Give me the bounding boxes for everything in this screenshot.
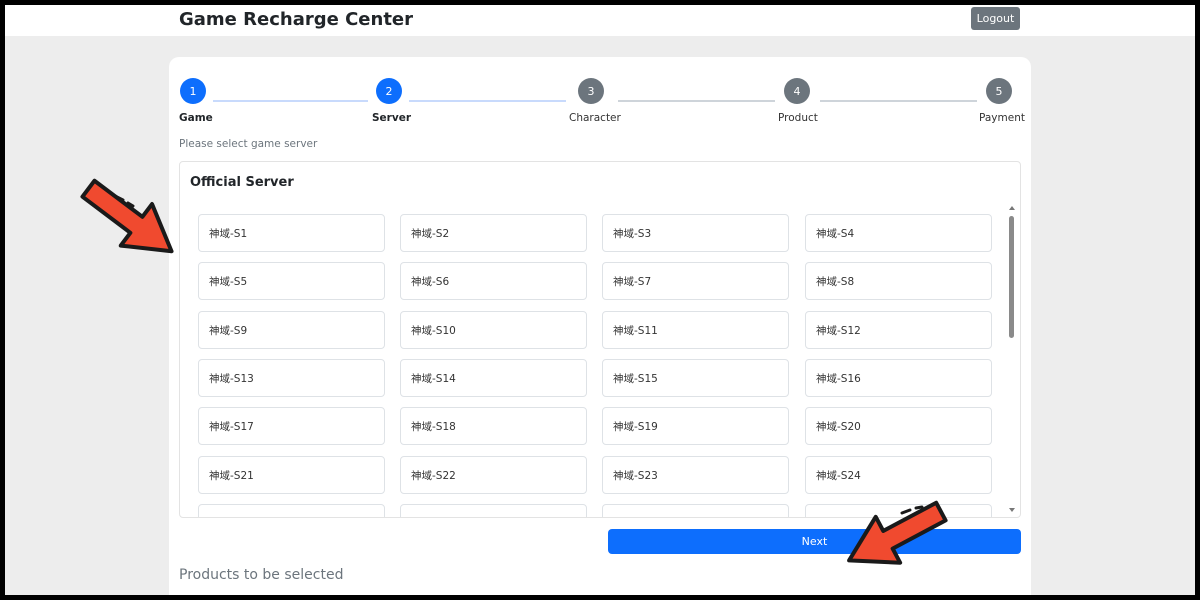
top-bar: Game Recharge Center Logout: [5, 5, 1195, 36]
server-option[interactable]: 神域-S8: [805, 262, 992, 300]
server-hint: Please select game server: [179, 138, 318, 150]
server-option[interactable]: 神域-S10: [400, 311, 587, 349]
server-option[interactable]: 神域-S22: [400, 456, 587, 494]
server-option[interactable]: 神域-S17: [198, 407, 385, 445]
server-option[interactable]: 神域-S19: [602, 407, 789, 445]
server-option[interactable]: [198, 504, 385, 517]
server-option[interactable]: 神域-S7: [602, 262, 789, 300]
server-option[interactable]: 神域-S13: [198, 359, 385, 397]
step-label-game: Game: [179, 112, 213, 124]
server-option[interactable]: 神域-S15: [602, 359, 789, 397]
server-option[interactable]: 神域-S11: [602, 311, 789, 349]
next-button[interactable]: Next: [608, 529, 1021, 554]
step-connector-1: [213, 100, 368, 102]
server-option[interactable]: 神域-S1: [198, 214, 385, 252]
server-option[interactable]: [602, 504, 789, 517]
server-option[interactable]: 神域-S24: [805, 456, 992, 494]
annotation-arrow-icon: [80, 178, 174, 254]
step-label-product: Product: [778, 112, 818, 124]
step-connector-4: [820, 100, 977, 102]
products-section-title: Products to be selected: [179, 567, 344, 583]
server-option[interactable]: 神域-S9: [198, 311, 385, 349]
step-3-character: 3: [578, 78, 604, 104]
server-option[interactable]: 神域-S2: [400, 214, 587, 252]
step-label-server: Server: [372, 112, 412, 124]
server-option[interactable]: [400, 504, 587, 517]
server-panel: Official Server 神域-S1 神域-S2 神域-S3 神域-S4 …: [179, 161, 1021, 518]
scroll-thumb[interactable]: [1009, 216, 1014, 338]
server-option[interactable]: 神域-S16: [805, 359, 992, 397]
scroll-down-arrow-icon[interactable]: [1009, 508, 1015, 512]
server-option[interactable]: 神域-S21: [198, 456, 385, 494]
logout-button[interactable]: Logout: [971, 7, 1020, 30]
scroll-up-arrow-icon[interactable]: [1009, 206, 1015, 210]
step-2-server[interactable]: 2: [376, 78, 402, 104]
step-4-product: 4: [784, 78, 810, 104]
step-1-game[interactable]: 1: [180, 78, 206, 104]
server-option[interactable]: 神域-S23: [602, 456, 789, 494]
server-option[interactable]: 神域-S18: [400, 407, 587, 445]
server-list-scrollbar[interactable]: [1008, 206, 1018, 516]
app-title: Game Recharge Center: [179, 9, 414, 30]
server-option[interactable]: 神域-S4: [805, 214, 992, 252]
server-option[interactable]: 神域-S3: [602, 214, 789, 252]
panel-title: Official Server: [190, 175, 294, 190]
server-option[interactable]: 神域-S5: [198, 262, 385, 300]
step-label-payment: Payment: [979, 112, 1025, 124]
step-connector-3: [618, 100, 775, 102]
step-connector-2: [409, 100, 566, 102]
server-option[interactable]: 神域-S20: [805, 407, 992, 445]
annotation-arrow-icon: [847, 500, 948, 565]
server-option[interactable]: 神域-S14: [400, 359, 587, 397]
step-5-payment: 5: [986, 78, 1012, 104]
step-label-character: Character: [569, 112, 621, 124]
server-list[interactable]: 神域-S1 神域-S2 神域-S3 神域-S4 神域-S5 神域-S6 神域-S…: [198, 214, 996, 517]
server-option[interactable]: 神域-S6: [400, 262, 587, 300]
page-frame: Game Recharge Center Logout 1 2 3 4 5 Ga…: [5, 5, 1195, 595]
server-option[interactable]: 神域-S12: [805, 311, 992, 349]
